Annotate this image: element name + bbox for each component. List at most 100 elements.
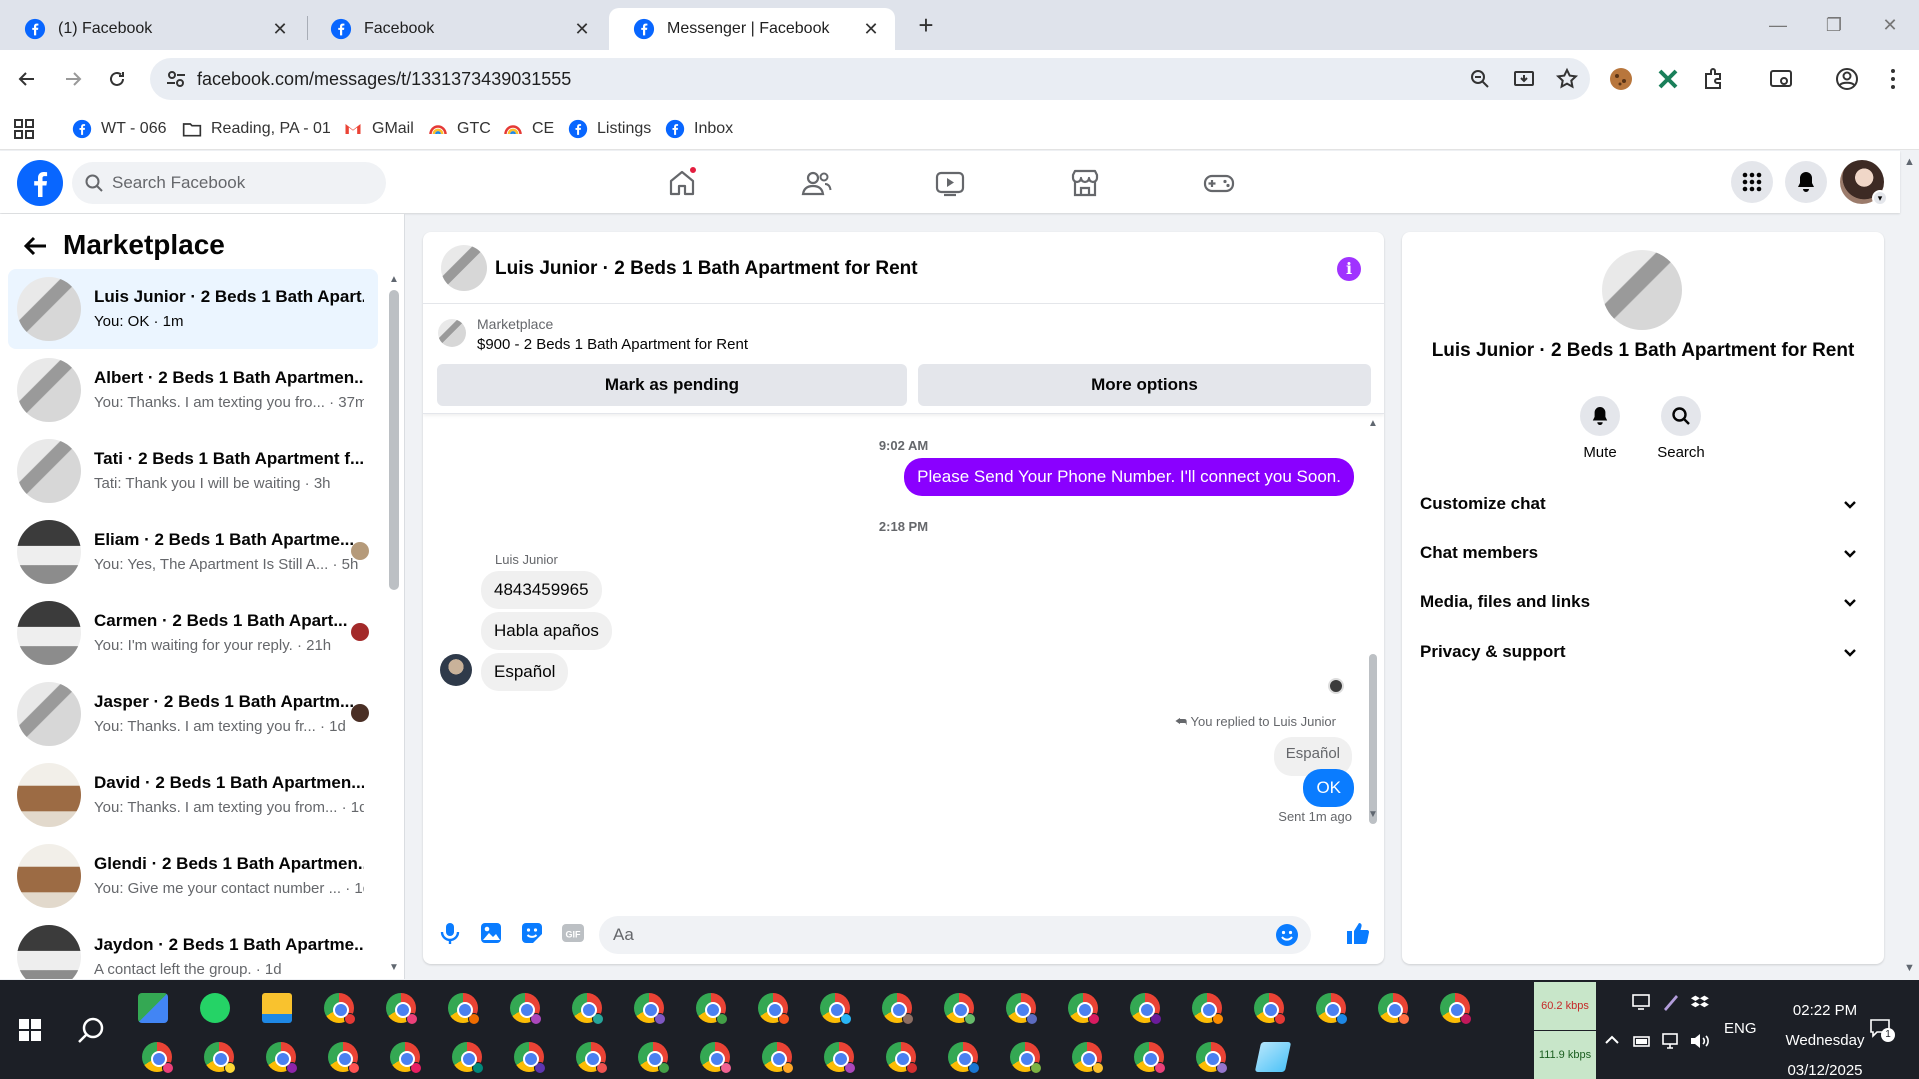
chrome-profile-icon[interactable] bbox=[266, 1042, 298, 1074]
chrome-profile-icon[interactable] bbox=[1134, 1042, 1166, 1074]
system-clock[interactable]: 02:22 PM Wednesday 03/12/2025 bbox=[1765, 996, 1885, 1079]
chrome-profile-icon[interactable] bbox=[1130, 993, 1162, 1025]
pen-tray-icon[interactable] bbox=[1661, 992, 1681, 1012]
back-arrow-icon[interactable] bbox=[22, 232, 50, 260]
restore-window-icon[interactable]: ❐ bbox=[1806, 8, 1862, 42]
section-chat-members[interactable]: Chat members bbox=[1414, 531, 1872, 575]
search-input[interactable] bbox=[112, 162, 372, 204]
chrome-profile-icon[interactable] bbox=[758, 993, 790, 1025]
battery-icon[interactable] bbox=[1632, 1032, 1652, 1050]
conversation-item[interactable]: Eliam · 2 Beds 1 Bath Apartme... You: Ye… bbox=[8, 512, 378, 592]
install-app-icon[interactable] bbox=[1512, 67, 1536, 91]
chrome-profile-icon[interactable] bbox=[1316, 993, 1348, 1025]
outgoing-message[interactable]: Please Send Your Phone Number. I'll conn… bbox=[904, 458, 1354, 496]
message-input[interactable] bbox=[613, 916, 1253, 954]
facebook-search[interactable] bbox=[72, 162, 386, 204]
chrome-profile-icon[interactable] bbox=[638, 1042, 670, 1074]
chrome-profile-icon[interactable] bbox=[452, 1042, 484, 1074]
chrome-profile-icon[interactable] bbox=[1192, 993, 1224, 1025]
account-avatar[interactable]: ▾ bbox=[1840, 160, 1888, 206]
page-scroll-up-arrow-icon[interactable]: ▲ bbox=[1904, 156, 1916, 168]
bookmark-star-icon[interactable] bbox=[1555, 67, 1579, 91]
bookmark-wt-066[interactable]: WT - 066 bbox=[72, 116, 167, 142]
bookmark-reading-pa[interactable]: Reading, PA - 01 bbox=[182, 116, 331, 142]
incoming-message[interactable]: Español bbox=[481, 653, 569, 691]
sticker-icon[interactable] bbox=[519, 920, 545, 946]
chrome-profile-icon[interactable] bbox=[514, 1042, 546, 1074]
mute-button[interactable]: Mute bbox=[1565, 396, 1635, 461]
nav-gaming[interactable] bbox=[1201, 165, 1237, 201]
bookmark-gmail[interactable]: GMail bbox=[343, 116, 414, 142]
volume-icon[interactable] bbox=[1689, 1032, 1711, 1050]
sender-avatar[interactable] bbox=[440, 654, 472, 686]
windows-start-icon[interactable] bbox=[18, 1018, 42, 1042]
address-bar[interactable]: facebook.com/messages/t/1331373439031555 bbox=[150, 58, 1590, 100]
nav-video[interactable] bbox=[932, 165, 968, 201]
nav-home[interactable] bbox=[664, 165, 700, 201]
apps-grid-icon[interactable] bbox=[14, 119, 34, 139]
dropbox-icon[interactable] bbox=[1690, 992, 1710, 1012]
display-tray-icon[interactable] bbox=[1631, 992, 1651, 1012]
chrome-profile-icon[interactable] bbox=[824, 1042, 856, 1074]
tab-facebook-2[interactable]: Facebook ✕ bbox=[306, 8, 606, 50]
conversation-item[interactable]: Carmen · 2 Beds 1 Bath Apart... You: I'm… bbox=[8, 593, 378, 673]
microphone-icon[interactable] bbox=[437, 920, 463, 946]
chrome-profile-icon[interactable] bbox=[948, 1042, 980, 1074]
close-tab-icon[interactable]: ✕ bbox=[270, 19, 290, 39]
chrome-profile-icon[interactable] bbox=[762, 1042, 794, 1074]
meet-app-icon[interactable] bbox=[138, 993, 168, 1023]
chrome-profile-icon[interactable] bbox=[324, 993, 356, 1025]
listing-thumbnail[interactable] bbox=[438, 319, 466, 347]
chrome-profile-icon[interactable] bbox=[386, 993, 418, 1025]
conversation-item[interactable]: Albert · 2 Beds 1 Bath Apartmen... You: … bbox=[8, 350, 378, 430]
nav-marketplace[interactable] bbox=[1067, 165, 1103, 201]
minimize-window-icon[interactable]: — bbox=[1750, 8, 1806, 42]
scroll-down-arrow-icon[interactable]: ▼ bbox=[1368, 809, 1378, 820]
close-tab-icon[interactable]: ✕ bbox=[572, 19, 592, 39]
chrome-profile-icon[interactable] bbox=[328, 1042, 360, 1074]
taskbar-search-icon[interactable] bbox=[76, 1016, 106, 1046]
bookmark-gtc[interactable]: GTC bbox=[428, 116, 491, 142]
notes-app-icon[interactable] bbox=[1254, 1042, 1292, 1072]
chrome-profile-icon[interactable] bbox=[142, 1042, 174, 1074]
search-in-conversation-button[interactable]: Search bbox=[1646, 396, 1716, 461]
reload-icon[interactable] bbox=[100, 62, 134, 96]
info-icon[interactable]: i bbox=[1337, 257, 1361, 281]
section-customize-chat[interactable]: Customize chat bbox=[1414, 482, 1872, 526]
extensions-puzzle-icon[interactable] bbox=[1700, 66, 1726, 92]
chrome-profile-icon[interactable] bbox=[1440, 993, 1472, 1025]
chrome-profile-icon[interactable] bbox=[204, 1042, 236, 1074]
conversation-item[interactable]: Tati · 2 Beds 1 Bath Apartment f... Tati… bbox=[8, 431, 378, 511]
conversation-item[interactable]: Glendi · 2 Beds 1 Bath Apartmen... You: … bbox=[8, 836, 378, 916]
chrome-profile-icon[interactable] bbox=[634, 993, 666, 1025]
close-tab-icon[interactable]: ✕ bbox=[861, 19, 881, 39]
extension-icon[interactable] bbox=[1655, 66, 1681, 92]
chrome-profile-icon[interactable] bbox=[1254, 993, 1286, 1025]
chrome-profile-icon[interactable] bbox=[886, 1042, 918, 1074]
scroll-up-arrow-icon[interactable]: ▲ bbox=[1368, 418, 1378, 429]
back-icon[interactable] bbox=[10, 62, 44, 96]
tab-messenger[interactable]: Messenger | Facebook ✕ bbox=[609, 8, 895, 50]
incoming-message[interactable]: 4843459965 bbox=[481, 571, 602, 609]
chrome-profile-icon[interactable] bbox=[1010, 1042, 1042, 1074]
chrome-profile-icon[interactable] bbox=[944, 993, 976, 1025]
scrollbar-thumb[interactable] bbox=[1369, 654, 1377, 824]
photo-icon[interactable] bbox=[478, 920, 504, 946]
browser-menu-icon[interactable] bbox=[1880, 66, 1906, 92]
scroll-up-arrow-icon[interactable]: ▲ bbox=[389, 274, 399, 285]
site-settings-icon[interactable] bbox=[164, 67, 188, 91]
scroll-down-arrow-icon[interactable]: ▼ bbox=[389, 962, 399, 973]
facebook-logo-icon[interactable] bbox=[17, 160, 63, 206]
chrome-profile-icon[interactable] bbox=[576, 1042, 608, 1074]
listing-title[interactable]: $900 - 2 Beds 1 Bath Apartment for Rent bbox=[477, 336, 748, 353]
notifications-button[interactable] bbox=[1785, 161, 1827, 203]
bookmark-listings[interactable]: Listings bbox=[568, 116, 651, 142]
chat-avatar[interactable] bbox=[441, 245, 487, 291]
chat-title[interactable]: Luis Junior · 2 Beds 1 Bath Apartment fo… bbox=[495, 258, 918, 280]
forward-icon[interactable] bbox=[56, 62, 90, 96]
profile-icon[interactable] bbox=[1834, 66, 1860, 92]
incoming-message[interactable]: Habla apaños bbox=[481, 612, 612, 650]
chrome-profile-icon[interactable] bbox=[510, 993, 542, 1025]
tab-search-icon[interactable] bbox=[1768, 66, 1794, 92]
chrome-profile-icon[interactable] bbox=[448, 993, 480, 1025]
